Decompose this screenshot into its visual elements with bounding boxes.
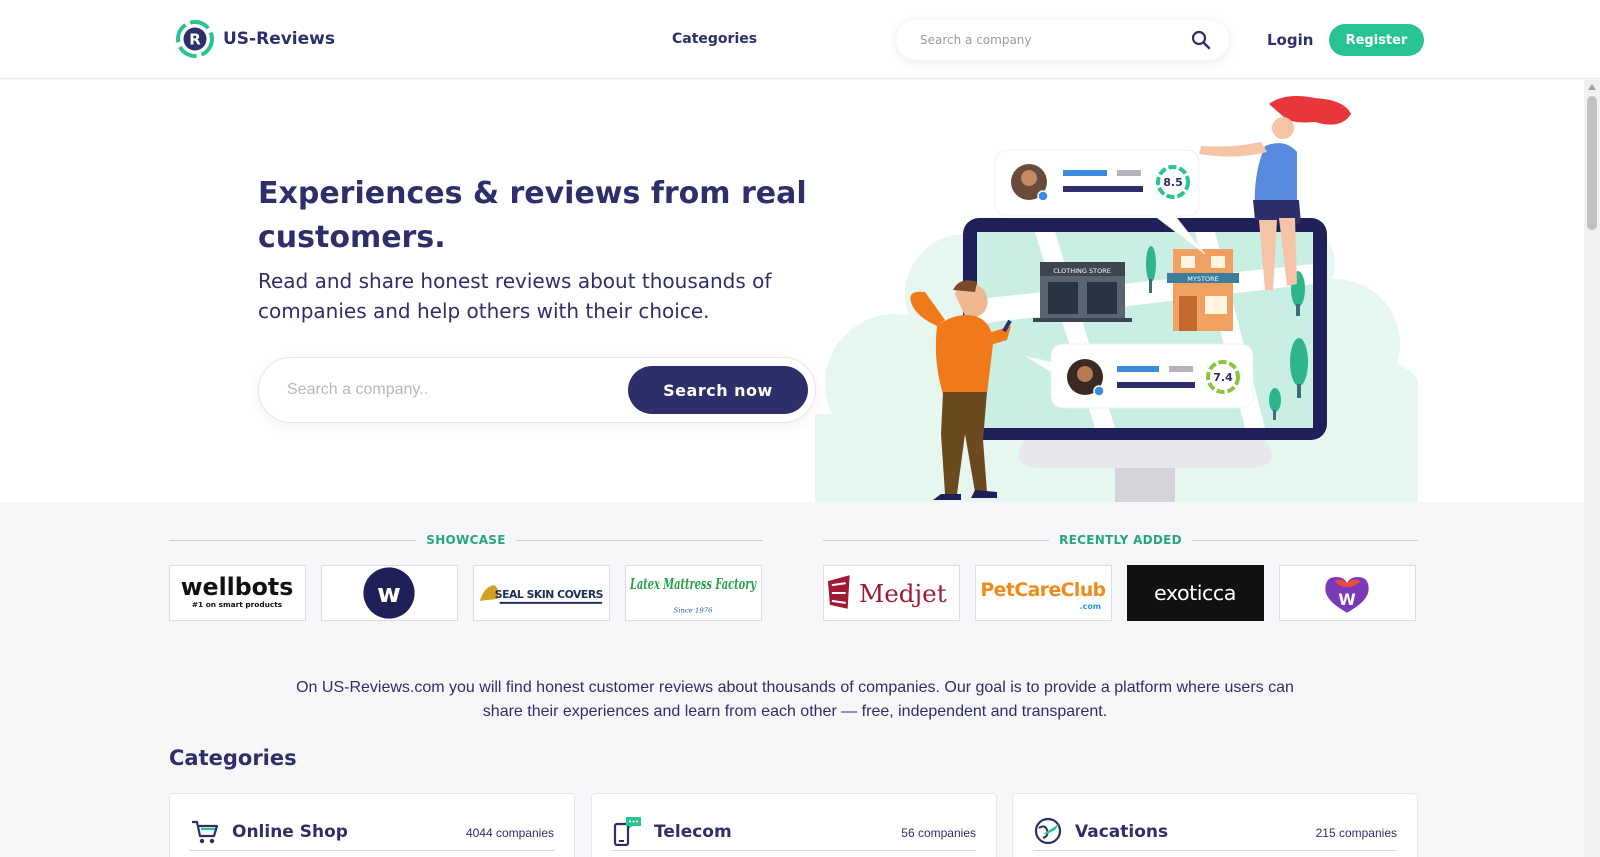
category-name: Vacations — [1075, 822, 1169, 842]
header-search-box — [896, 20, 1229, 60]
store-sign-1: CLOTHING STORE — [1053, 267, 1111, 275]
rating-score-1: 8.5 — [1163, 176, 1183, 189]
showcase-logo-wellbots[interactable]: wellbots #1 on smart products — [169, 565, 306, 621]
nav-categories-link[interactable]: Categories — [672, 31, 757, 47]
w-circle-letter: w — [377, 579, 401, 609]
showcase-heading: SHOWCASE — [169, 530, 763, 550]
store-sign-2: MYSTORE — [1187, 275, 1218, 283]
recent-logo-petcareclub[interactable]: PetCareClub .com — [975, 565, 1112, 621]
login-link[interactable]: Login — [1267, 31, 1313, 49]
review-bubble-bottom: 7.4 — [1024, 343, 1254, 409]
medjet-wordmark: Medjet — [859, 579, 947, 608]
phone-chat-icon — [613, 817, 641, 846]
divider — [612, 850, 976, 851]
brand-logo-icon: R — [176, 20, 214, 58]
latex-mattress-wordmark: Latex Mattress Factory — [629, 576, 757, 593]
recently-added-heading: RECENTLY ADDED — [823, 530, 1419, 550]
exoticca-logo: exoticca — [1154, 581, 1236, 605]
intro-text: On US-Reviews.com you will find honest c… — [296, 679, 1294, 720]
search-icon[interactable] — [1191, 30, 1211, 50]
hero-illustration: CLOTHING STORE MYSTORE 8.5 7.4 — [815, 96, 1418, 502]
exoticca-wordmark: exoticca — [1154, 581, 1236, 605]
latex-mattress-logo: Latex Mattress Factory Since 1976 — [629, 576, 757, 615]
w-circle-logo: w — [363, 567, 415, 619]
globe-plane-icon — [1034, 817, 1062, 845]
category-card-vacations[interactable]: Vacations 215 companies — [1012, 793, 1418, 857]
shopping-cart-icon — [192, 820, 219, 844]
category-card-online-shop[interactable]: Online Shop 4044 companies — [169, 793, 575, 857]
divider — [169, 539, 417, 541]
category-count: 215 companies — [1315, 826, 1397, 840]
svg-text:R: R — [189, 31, 201, 49]
showcase-logo-w-circle[interactable]: w — [321, 565, 458, 621]
category-name: Online Shop — [232, 822, 348, 842]
category-count: 4044 companies — [465, 826, 554, 840]
recent-logo-exoticca[interactable]: exoticca — [1127, 565, 1264, 621]
divider — [823, 539, 1050, 541]
hero-search-box: Search now — [258, 357, 816, 423]
mystore-graphic: MYSTORE — [1167, 249, 1239, 331]
rating-score-2: 7.4 — [1213, 371, 1233, 384]
sealskincovers-logo: SEAL SKIN COVERS — [479, 585, 603, 604]
medjet-logo: Medjet — [827, 575, 947, 609]
sealskincovers-wordmark: SEAL SKIN COVERS — [495, 588, 603, 601]
site-header: R US-Reviews Categories Login Register — [0, 0, 1600, 79]
latex-mattress-tagline: Since 1976 — [674, 607, 714, 615]
divider — [515, 539, 763, 541]
wellbots-logo: wellbots #1 on smart products — [181, 573, 294, 609]
category-card-telecom[interactable]: Telecom 56 companies — [591, 793, 997, 857]
header-search-input[interactable] — [920, 20, 1180, 60]
recently-added-label: RECENTLY ADDED — [1059, 533, 1182, 547]
clothing-store-graphic: CLOTHING STORE — [1033, 262, 1132, 322]
recent-logo-medjet[interactable]: Medjet — [823, 565, 960, 621]
divider — [190, 850, 554, 851]
recent-logo-w-heart[interactable]: W — [1279, 565, 1416, 621]
category-count: 56 companies — [901, 826, 976, 840]
search-now-button[interactable]: Search now — [628, 366, 808, 414]
hero-search-input[interactable] — [287, 358, 607, 422]
hero-section: Experiences & reviews from real customer… — [0, 80, 1584, 502]
hero-subtitle: Read and share honest reviews about thou… — [258, 269, 772, 323]
wellbots-wordmark: wellbots — [181, 573, 294, 601]
w-heart-letter: W — [1338, 590, 1355, 609]
category-name: Telecom — [654, 822, 732, 842]
categories-heading: Categories — [169, 746, 297, 770]
hero-title: Experiences & reviews from real customer… — [258, 176, 807, 255]
scroll-thumb[interactable] — [1587, 96, 1597, 230]
w-heart-logo: W — [1325, 576, 1369, 613]
divider — [1033, 850, 1397, 851]
brand-logo[interactable]: R US-Reviews — [175, 19, 335, 59]
divider — [1191, 539, 1419, 541]
petcareclub-wordmark: PetCareClub — [980, 580, 1105, 601]
scroll-up-arrow-icon[interactable] — [1588, 84, 1596, 90]
wellbots-tagline: #1 on smart products — [192, 600, 283, 609]
showcase-label: SHOWCASE — [426, 533, 506, 547]
register-button[interactable]: Register — [1329, 24, 1424, 56]
brand-name: US-Reviews — [223, 29, 335, 49]
page-scrollbar[interactable] — [1584, 80, 1600, 857]
petcareclub-logo: PetCareClub .com — [980, 580, 1106, 611]
showcase-logo-latex-mattress-factory[interactable]: Latex Mattress Factory Since 1976 — [625, 565, 762, 621]
petcareclub-tagline: .com — [1080, 602, 1101, 611]
showcase-logo-sealskincovers[interactable]: SEAL SKIN COVERS — [473, 565, 610, 621]
